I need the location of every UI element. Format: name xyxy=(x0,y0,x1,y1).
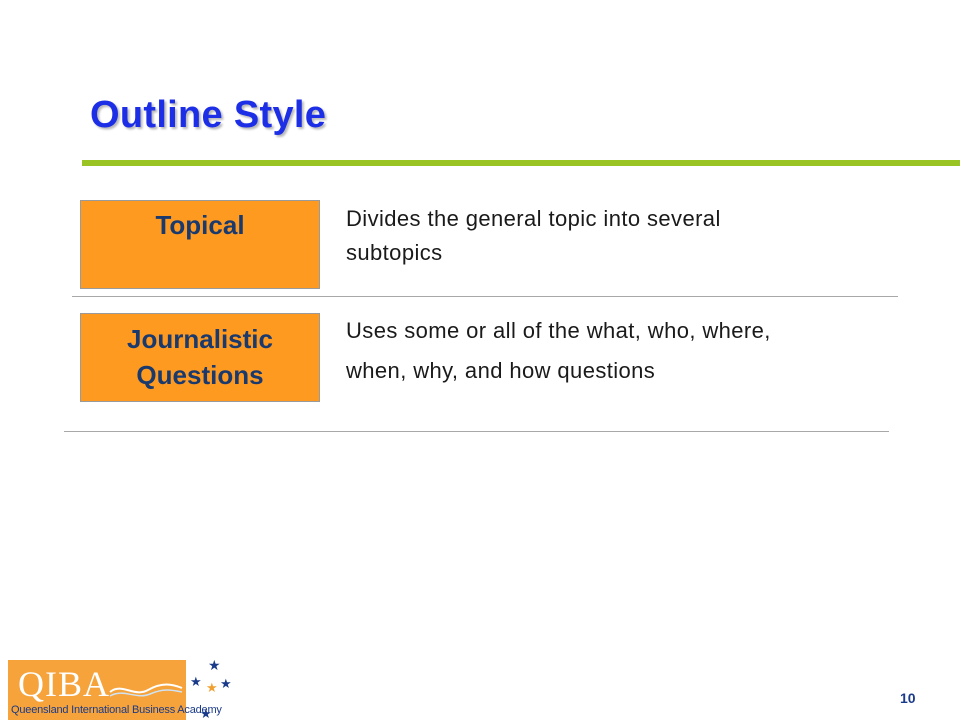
row-divider xyxy=(72,296,898,297)
topical-box: Topical xyxy=(80,200,320,289)
journalistic-description: Uses some or all of the what, who, where… xyxy=(346,311,906,391)
title-underline xyxy=(82,160,960,166)
svg-text:★: ★ xyxy=(220,677,232,692)
svg-text:★: ★ xyxy=(208,658,221,674)
svg-text:★: ★ xyxy=(190,675,202,690)
journalistic-questions-box: Journalistic Questions xyxy=(80,313,320,402)
svg-text:★: ★ xyxy=(200,707,212,720)
logo-mark: QIBA xyxy=(18,664,110,704)
page-number: 10 xyxy=(900,690,916,706)
journalistic-label-line: Journalistic xyxy=(127,324,273,354)
wave-icon xyxy=(109,683,183,697)
journalistic-description-line: Uses some or all of the what, who, where… xyxy=(346,318,771,343)
table-bottom-rule xyxy=(64,431,889,432)
topical-description: Divides the general topic into several s… xyxy=(346,202,906,270)
topical-description-line: Divides the general topic into several xyxy=(346,206,721,231)
slide-title: Outline Style xyxy=(90,94,327,136)
qiba-logo: QIBA Queensland International Business A… xyxy=(8,660,222,720)
topical-label: Topical xyxy=(155,210,245,240)
star-cluster-icon: ★ ★ ★ ★ ★ xyxy=(190,658,232,720)
topical-description-line: subtopics xyxy=(346,240,443,265)
journalistic-description-line: when, why, and how questions xyxy=(346,358,656,383)
svg-text:★: ★ xyxy=(206,681,218,696)
journalistic-label-line: Questions xyxy=(136,360,264,390)
